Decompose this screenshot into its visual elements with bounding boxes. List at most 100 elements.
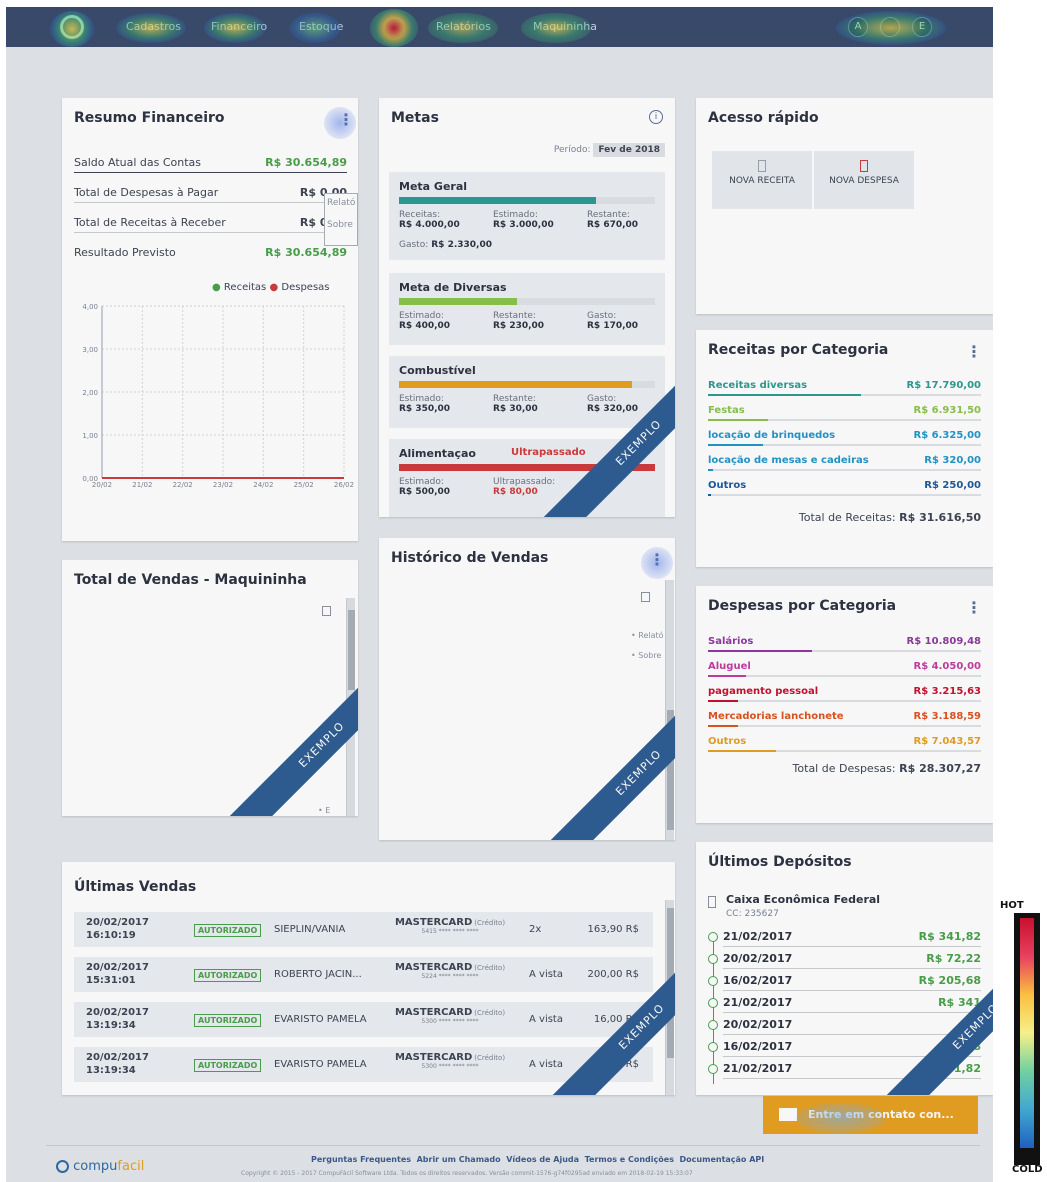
deposit-date: 16/02/2017 [723, 1040, 793, 1053]
receitas-receber-row: Total de Receitas à Receber R$ 0,00 [74, 216, 347, 233]
dropdown-popup: Relató Sobre [324, 193, 358, 246]
kebab-menu-icon[interactable]: ⋮ [649, 550, 665, 569]
card-title: Receitas por Categoria [708, 342, 889, 358]
legend-hot-label: HOT [1000, 900, 1024, 911]
calendar-icon[interactable] [641, 592, 650, 602]
category-name[interactable]: Outros [708, 736, 746, 747]
popup-item[interactable]: • E [318, 806, 330, 815]
category-name[interactable]: Festas [708, 405, 745, 416]
card-number: 5300 **** **** **** [421, 1063, 479, 1070]
chart-legend: ● Receitas ● Despesas [212, 282, 330, 293]
sale-row[interactable]: 20/02/2017 16:10:19 AUTORIZADO SIEPLIN/VANI… [74, 912, 653, 947]
row-divider [723, 990, 981, 991]
legend-dot: ● [269, 282, 279, 293]
kebab-menu-icon[interactable]: ⋮ [966, 598, 982, 617]
footer-link-faq[interactable]: Perguntas Frequentes [311, 1155, 411, 1164]
popup-item[interactable]: Sobre [327, 220, 355, 230]
nav-item-estoque[interactable]: Estoque [299, 20, 343, 33]
meta-col: Gasto: R$ 170,00 [587, 311, 675, 331]
category-name[interactable]: locação de mesas e cadeiras [708, 455, 869, 466]
card-brand: MASTERCARD [394, 1007, 473, 1018]
total-despesas: Total de Despesas: R$ 28.307,27 [793, 762, 981, 775]
card-title: Histórico de Vendas [391, 550, 549, 566]
despesas-categoria-card: Despesas por Categoria ⋮ Salários R$ 10.8… [696, 586, 993, 823]
despesas-pagar-row: Total de Despesas à Pagar R$ 0,00 [74, 186, 347, 203]
row-label: Total de Receitas à Receber [74, 216, 226, 229]
category-name[interactable]: pagamento pessoal [708, 686, 818, 697]
meta-extra-label: Gasto: [399, 240, 429, 250]
legend-receitas: Receitas [223, 282, 267, 293]
bank-account: CC: 235627 [726, 909, 779, 919]
footer-link-chamado[interactable]: Abrir um Chamado [417, 1155, 501, 1164]
meta-name: Alimentaçao [399, 447, 476, 460]
category-name[interactable]: Outros [708, 480, 746, 491]
popup-item[interactable]: Relató [327, 198, 355, 208]
sale-time: 16:10:19 [86, 930, 136, 941]
example-ribbon: EXEMPLO [226, 649, 358, 816]
popup-item[interactable]: • Sobre [631, 646, 664, 666]
footer-link-videos[interactable]: Vídeos de Ajuda [506, 1155, 579, 1164]
sale-row[interactable]: 20/02/2017 13:19:34 AUTORIZADO EVARISTO PAM… [74, 1002, 653, 1037]
category-bar [708, 750, 981, 752]
kebab-menu-icon[interactable]: ⋮ [966, 342, 982, 361]
kebab-menu-icon[interactable]: ⋮ [338, 110, 354, 129]
settings-avatar[interactable]: E [912, 17, 932, 37]
nav-item-cadastros[interactable]: Cadastros [126, 20, 181, 33]
meta-extra-value: R$ 2.330,00 [431, 240, 492, 250]
sale-parcelas: A vista [529, 969, 563, 980]
popup-item[interactable]: • Relató [631, 626, 664, 646]
category-name[interactable]: locação de brinquedos [708, 430, 835, 441]
progress-bar [399, 381, 655, 388]
info-icon[interactable]: i [649, 110, 663, 124]
meta-col: Receitas: R$ 4.000,00 [399, 210, 489, 230]
timeline-dot [708, 1064, 718, 1074]
periodo-value[interactable]: Fev de 2018 [593, 143, 665, 157]
dashboard: Cadastros Financeiro Estoque Relatórios … [6, 7, 993, 1182]
nav-item-maquininha[interactable]: Maquininha [533, 20, 597, 33]
card-type: (Crédito) [474, 919, 506, 927]
footer-logo[interactable]: compufacil [56, 1159, 144, 1174]
contact-button[interactable]: Entre em contato con... [763, 1096, 978, 1134]
sale-time: 13:19:34 [86, 1065, 136, 1076]
nav-alert-icon[interactable] [384, 17, 404, 37]
meta-col-value: R$ 670,00 [587, 220, 639, 230]
sale-client: SIEPLIN/VANIA [274, 924, 346, 935]
sale-row[interactable]: 20/02/2017 15:31:01 AUTORIZADO ROBERTO JACI… [74, 957, 653, 992]
contact-label: Entre em contato con... [808, 1108, 954, 1121]
nova-receita-button[interactable]: NOVA RECEITA [712, 151, 812, 209]
category-name[interactable]: Salários [708, 636, 753, 647]
category-name[interactable]: Mercadorias lanchonete [708, 711, 844, 722]
category-name[interactable]: Aluguel [708, 661, 751, 672]
app-logo-icon[interactable] [60, 15, 84, 39]
category-value: R$ 6.325,00 [913, 430, 982, 441]
scroll-thumb[interactable] [348, 610, 355, 690]
timeline-dot [708, 932, 718, 942]
meta-col-value: R$ 3.000,00 [493, 220, 554, 230]
sale-row[interactable]: 20/02/2017 13:19:34 AUTORIZADO EVARISTO PAM… [74, 1047, 653, 1082]
row-label: Resultado Previsto [74, 246, 176, 259]
periodo-selector[interactable]: Período: Fev de 2018 [554, 143, 665, 157]
category-value: R$ 320,00 [924, 455, 981, 466]
category-name[interactable]: Receitas diversas [708, 380, 807, 391]
footer-divider [46, 1145, 980, 1146]
meta-item[interactable]: Meta Geral Receitas: R$ 4.000,00 Estimado: R… [389, 172, 665, 260]
total-value: R$ 31.616,50 [899, 511, 981, 524]
meta-col-value: R$ 400,00 [399, 321, 451, 331]
total-receitas: Total de Receitas: R$ 31.616,50 [799, 511, 981, 524]
meta-item[interactable]: Meta de Diversas Estimado: R$ 400,00 Restan… [389, 273, 665, 345]
calendar-icon[interactable] [322, 606, 331, 616]
sale-card: MASTERCARD (Crédito) 5224 **** **** **** [390, 962, 510, 980]
notifications-icon[interactable] [880, 17, 900, 37]
scrollbar[interactable] [665, 580, 674, 840]
meta-item[interactable]: Combustível Estimado: R$ 350,00 Restante: R$… [389, 356, 665, 428]
timeline-dot [708, 998, 718, 1008]
nav-item-relatorios[interactable]: Relatórios [436, 20, 491, 33]
sale-card: MASTERCARD (Crédito) 5300 **** **** **** [390, 1052, 510, 1070]
meta-col: Estimado: R$ 3.000,00 [493, 210, 583, 230]
footer-link-api[interactable]: Documentação API [680, 1155, 765, 1164]
footer-link-termos[interactable]: Termos e Condições [585, 1155, 674, 1164]
nav-item-financeiro[interactable]: Financeiro [211, 20, 267, 33]
total-label: Total de Despesas: [792, 762, 896, 775]
nova-despesa-button[interactable]: NOVA DESPESA [814, 151, 914, 209]
user-avatar[interactable]: A [848, 17, 868, 37]
